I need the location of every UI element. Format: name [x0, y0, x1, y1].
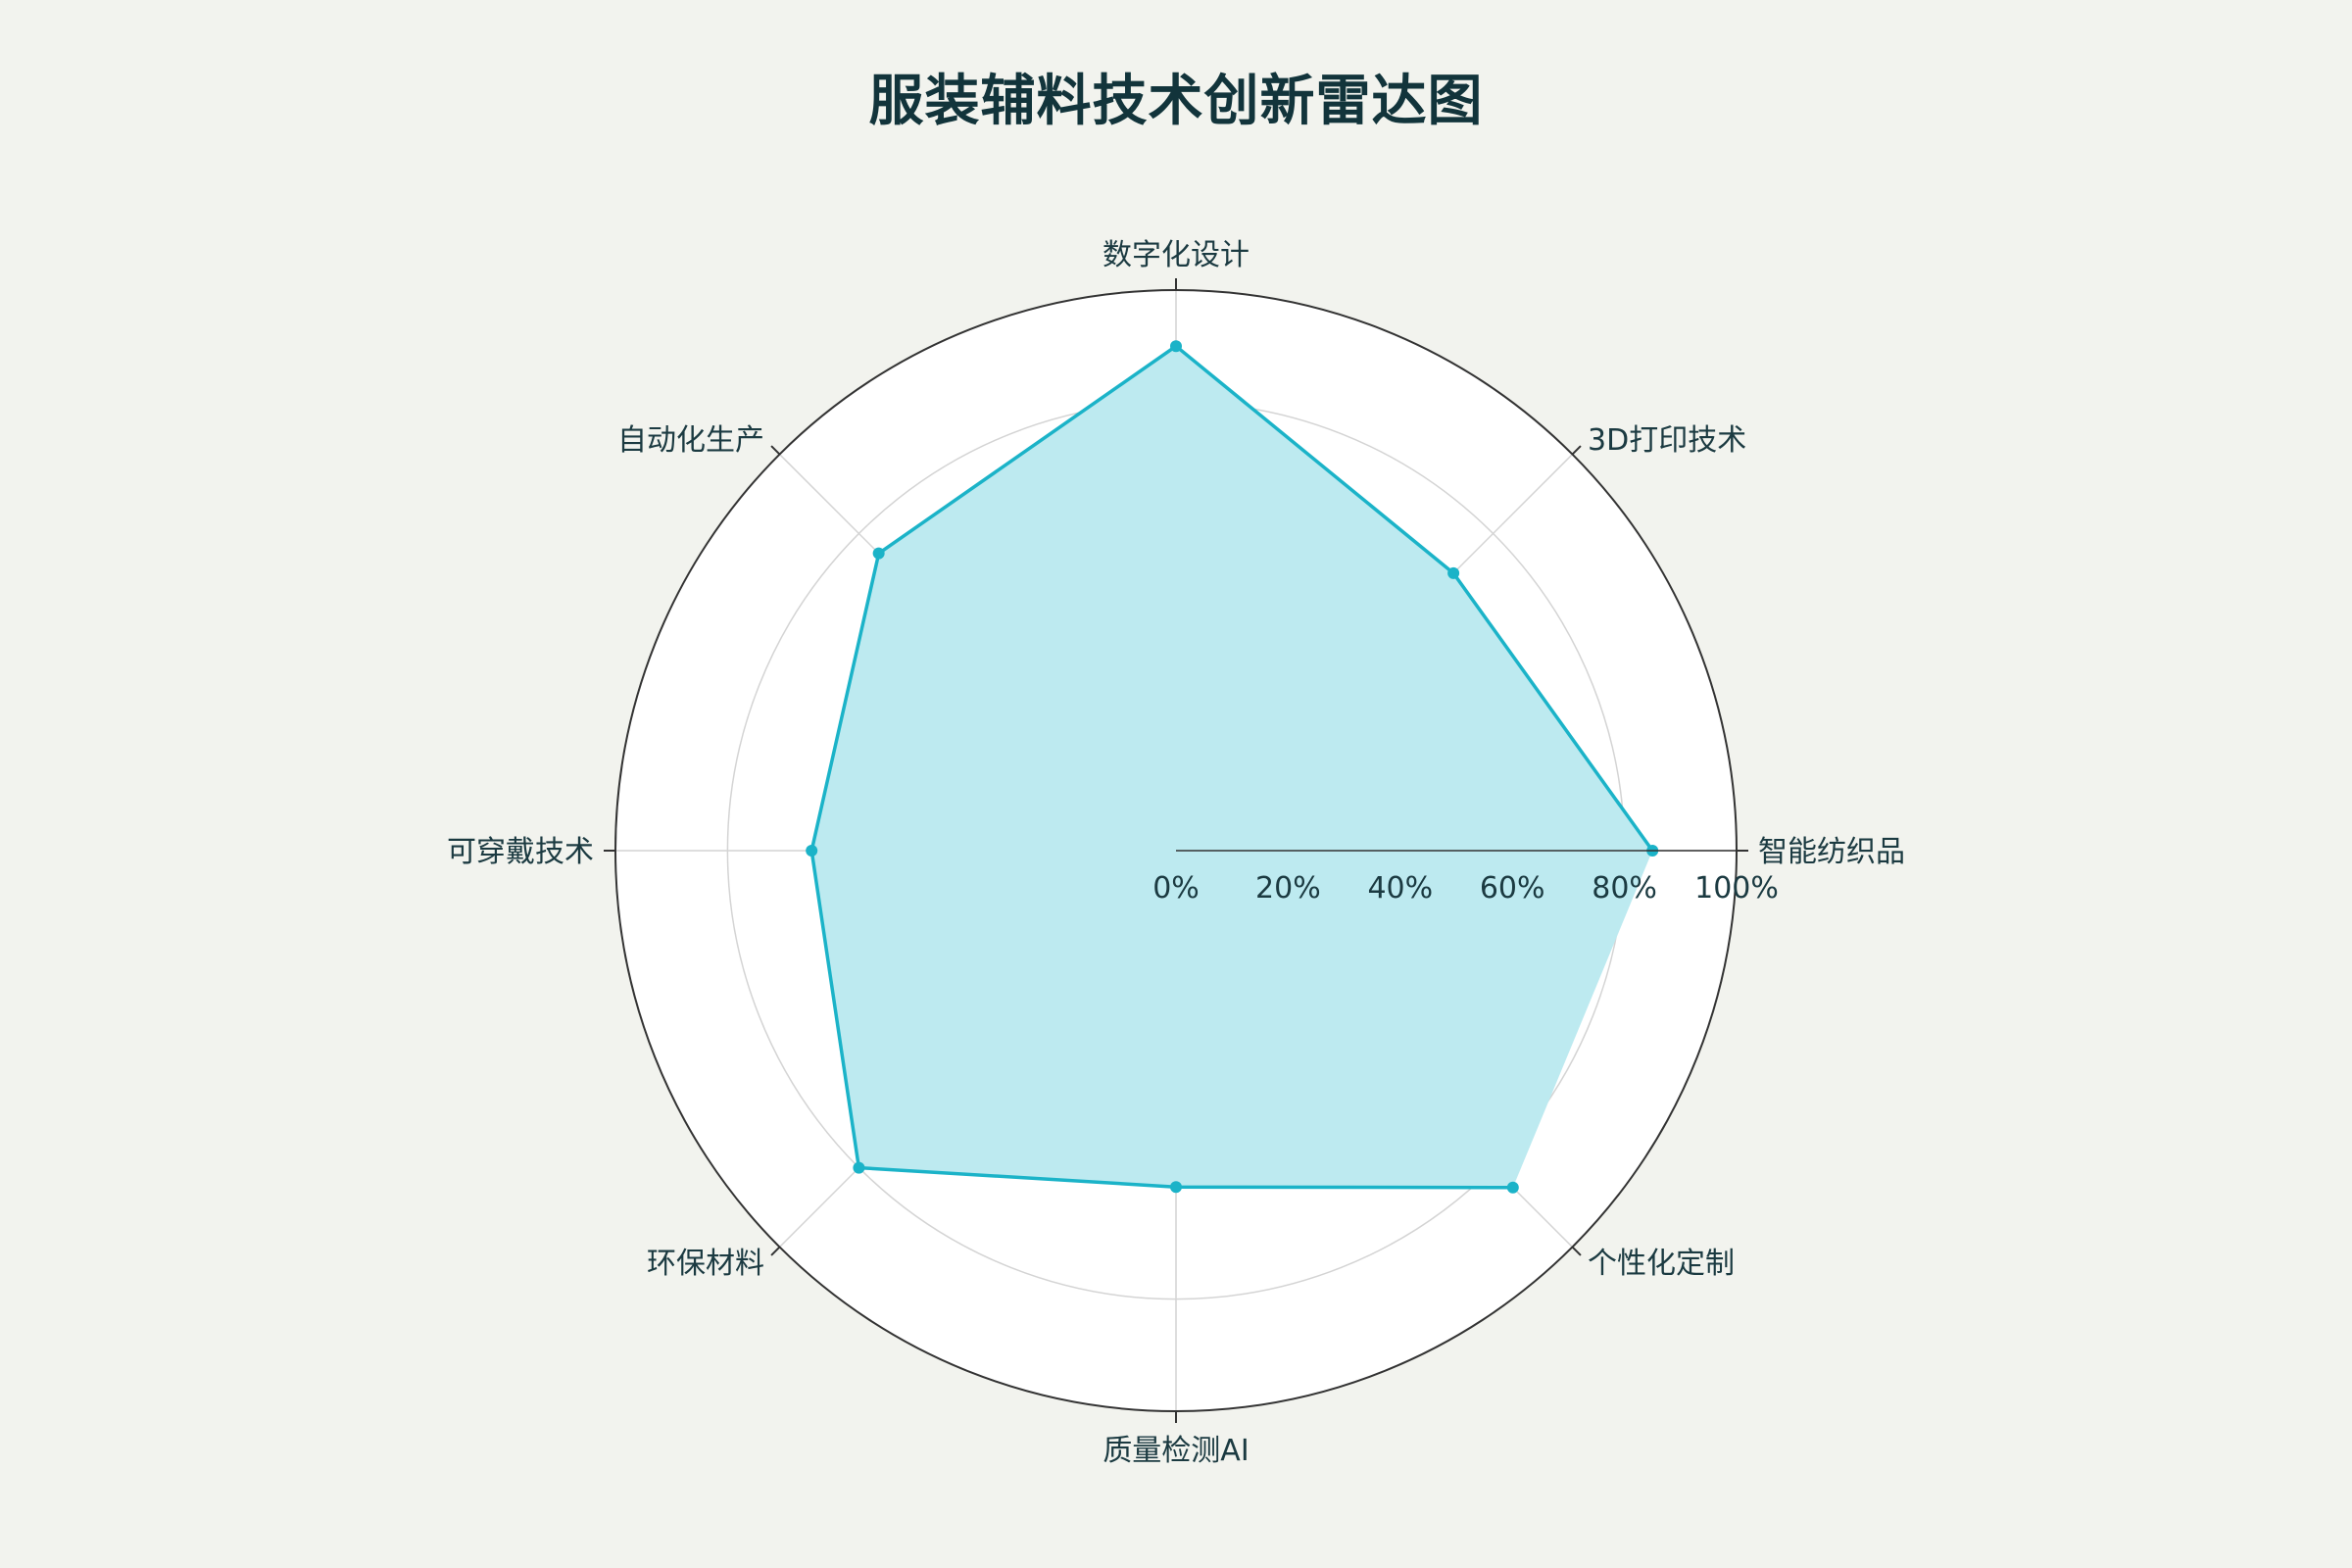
radial-tick-label-1: 20% — [1255, 871, 1321, 906]
data-point-5 — [853, 1161, 865, 1174]
category-label-3: 自动化生产 — [617, 423, 764, 458]
data-point-2 — [1170, 340, 1182, 353]
radar-chart: 0% 20% 40% 60% 80% 100% 智能纺织品 3D打印技术 数字化设计自动化生产… — [447, 238, 1905, 1468]
category-label-7: 个性化定制 — [1588, 1247, 1735, 1281]
radial-tick-label-2: 40% — [1367, 871, 1433, 906]
radial-tick-label-3: 60% — [1480, 871, 1545, 906]
category-label-1: 3D打印技术 — [1588, 423, 1746, 458]
data-point-1 — [1447, 566, 1460, 579]
angular-tick-7 — [1571, 1246, 1582, 1256]
data-point-3 — [872, 547, 885, 560]
radial-tick-label-5: 100% — [1694, 871, 1779, 906]
data-point-6 — [1170, 1181, 1182, 1194]
category-label-5: 环保材料 — [647, 1247, 764, 1281]
category-label-4: 可穿戴技术 — [447, 835, 594, 869]
category-label-2: 数字化设计 — [1102, 238, 1250, 272]
angular-tick-3 — [770, 445, 781, 456]
data-point-4 — [806, 845, 818, 857]
radial-tick-label-0: 0% — [1152, 871, 1200, 906]
category-label-0: 智能纺织品 — [1758, 835, 1905, 869]
radial-tick-label-4: 80% — [1592, 871, 1657, 906]
angular-tick-5 — [770, 1246, 781, 1256]
chart-root: 服装辅料技术创新雷达图 0% 20% 40% 60% 80% 100% 智能纺织品 3D打印… — [0, 0, 2352, 1568]
data-point-7 — [1506, 1181, 1519, 1194]
angular-tick-1 — [1571, 445, 1582, 456]
category-label-6: 质量检测AI — [1102, 1434, 1249, 1468]
